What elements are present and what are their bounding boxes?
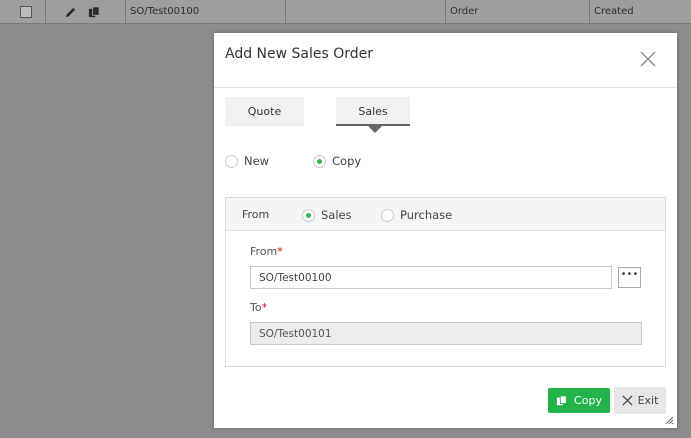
to-label-text: To bbox=[250, 301, 262, 314]
radio-copy[interactable]: Copy bbox=[313, 154, 361, 168]
modal-title: Add New Sales Order bbox=[225, 46, 374, 62]
radio-source-purchase-dot bbox=[381, 208, 394, 222]
copy-button[interactable]: Copy bbox=[548, 388, 610, 413]
radio-source-purchase[interactable]: Purchase bbox=[381, 208, 452, 222]
from-order-input[interactable] bbox=[250, 266, 612, 289]
tab-quote[interactable]: Quote bbox=[225, 97, 304, 126]
radio-source-purchase-label: Purchase bbox=[400, 208, 453, 222]
row-select-cell bbox=[0, 0, 46, 24]
row-status: Created bbox=[594, 6, 634, 17]
row-checkbox[interactable] bbox=[20, 6, 32, 18]
row-empty-cell bbox=[286, 0, 446, 24]
background-table-row: SO/Test00100 Order Created bbox=[0, 0, 691, 24]
exit-button[interactable]: Exit bbox=[614, 387, 666, 414]
edit-pencil-icon[interactable] bbox=[64, 6, 77, 19]
radio-source-sales[interactable]: Sales bbox=[302, 208, 352, 222]
copy-button-label: Copy bbox=[574, 394, 602, 407]
close-icon[interactable] bbox=[638, 49, 658, 69]
active-tab-indicator bbox=[368, 126, 382, 133]
row-actions-cell bbox=[46, 0, 126, 24]
add-sales-order-modal: Add New Sales Order Quote Sales New Copy… bbox=[214, 33, 677, 428]
row-type: Order bbox=[446, 0, 590, 24]
radio-copy-dot bbox=[313, 154, 326, 168]
copy-source-panel: From Sales Purchase From* ••• To* bbox=[225, 197, 666, 367]
radio-copy-label: Copy bbox=[332, 154, 362, 168]
from-field-label: From* bbox=[250, 245, 283, 258]
source-header: From Sales Purchase bbox=[226, 198, 665, 231]
browse-button[interactable]: ••• bbox=[618, 267, 641, 288]
to-field-label: To* bbox=[250, 301, 267, 314]
to-required-mark: * bbox=[261, 301, 268, 314]
radio-source-sales-dot bbox=[302, 208, 315, 222]
header-divider bbox=[214, 87, 677, 88]
radio-new-label: New bbox=[244, 154, 270, 168]
copy-icon bbox=[556, 394, 567, 405]
close-icon bbox=[622, 395, 633, 406]
radio-new[interactable]: New bbox=[225, 154, 269, 168]
radio-new-dot bbox=[225, 154, 238, 168]
from-label-text: From bbox=[250, 245, 278, 258]
to-order-input[interactable] bbox=[250, 322, 642, 345]
radio-source-sales-label: Sales bbox=[321, 208, 352, 222]
exit-button-label: Exit bbox=[637, 394, 659, 407]
row-order-number: SO/Test00100 bbox=[126, 0, 286, 24]
from-required-mark: * bbox=[277, 245, 283, 258]
copy-icon[interactable] bbox=[88, 6, 101, 19]
resize-handle-icon[interactable] bbox=[665, 416, 674, 425]
source-label: From bbox=[242, 208, 270, 221]
tab-sales[interactable]: Sales bbox=[336, 97, 410, 126]
